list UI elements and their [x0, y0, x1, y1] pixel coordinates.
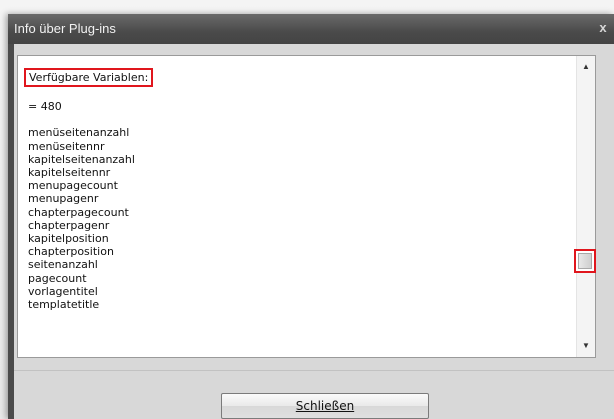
vertical-scrollbar[interactable]: ▲ ▼ [574, 56, 596, 357]
list-item: seitenanzahl [28, 258, 98, 272]
scroll-up-icon[interactable]: ▲ [577, 60, 595, 74]
scroll-thumb[interactable] [578, 253, 592, 269]
list-item: menupagenr [28, 192, 99, 206]
variables-heading: Verfügbare Variablen: [29, 71, 149, 84]
list-item: chapterpagecount [28, 205, 129, 219]
title-bar[interactable]: Info über Plug-ins x [8, 14, 614, 44]
textbox-content: Verfügbare Variablen: = 480 menüseitenan… [24, 68, 568, 311]
plugin-info-dialog: Info über Plug-ins x Verfügbare Variable… [8, 14, 614, 419]
list-item: templatetitle [28, 298, 100, 312]
list-item: menüseitenanzahl [28, 126, 130, 140]
list-item: menüseitennr [28, 139, 105, 153]
variable-count: = 480 [28, 100, 62, 114]
list-item: vorlagentitel [28, 284, 98, 298]
list-item: kapitelseitennr [28, 166, 111, 180]
list-item: kapitelseitenanzahl [28, 152, 135, 166]
variables-textbox[interactable]: Verfügbare Variablen: = 480 menüseitenan… [17, 55, 596, 358]
scroll-thumb-highlight [574, 249, 596, 273]
close-button[interactable]: Schließen [221, 393, 429, 419]
variable-list: menüseitenanzahl menüseitennr kapitelsei… [28, 126, 568, 311]
scroll-down-icon[interactable]: ▼ [577, 339, 595, 353]
list-item: pagecount [28, 271, 87, 285]
list-item: chapterposition [28, 245, 114, 259]
list-item: menupagecount [28, 179, 118, 193]
window-title: Info über Plug-ins [14, 21, 116, 36]
dialog-client-area: Verfügbare Variablen: = 480 menüseitenan… [14, 44, 614, 419]
list-item: chapterpagenr [28, 218, 110, 232]
heading-highlight: Verfügbare Variablen: [24, 68, 154, 88]
close-button-label: Schließen [295, 399, 355, 413]
footer-divider [14, 370, 614, 371]
list-item: kapitelposition [28, 232, 109, 246]
close-icon[interactable]: x [596, 20, 610, 36]
